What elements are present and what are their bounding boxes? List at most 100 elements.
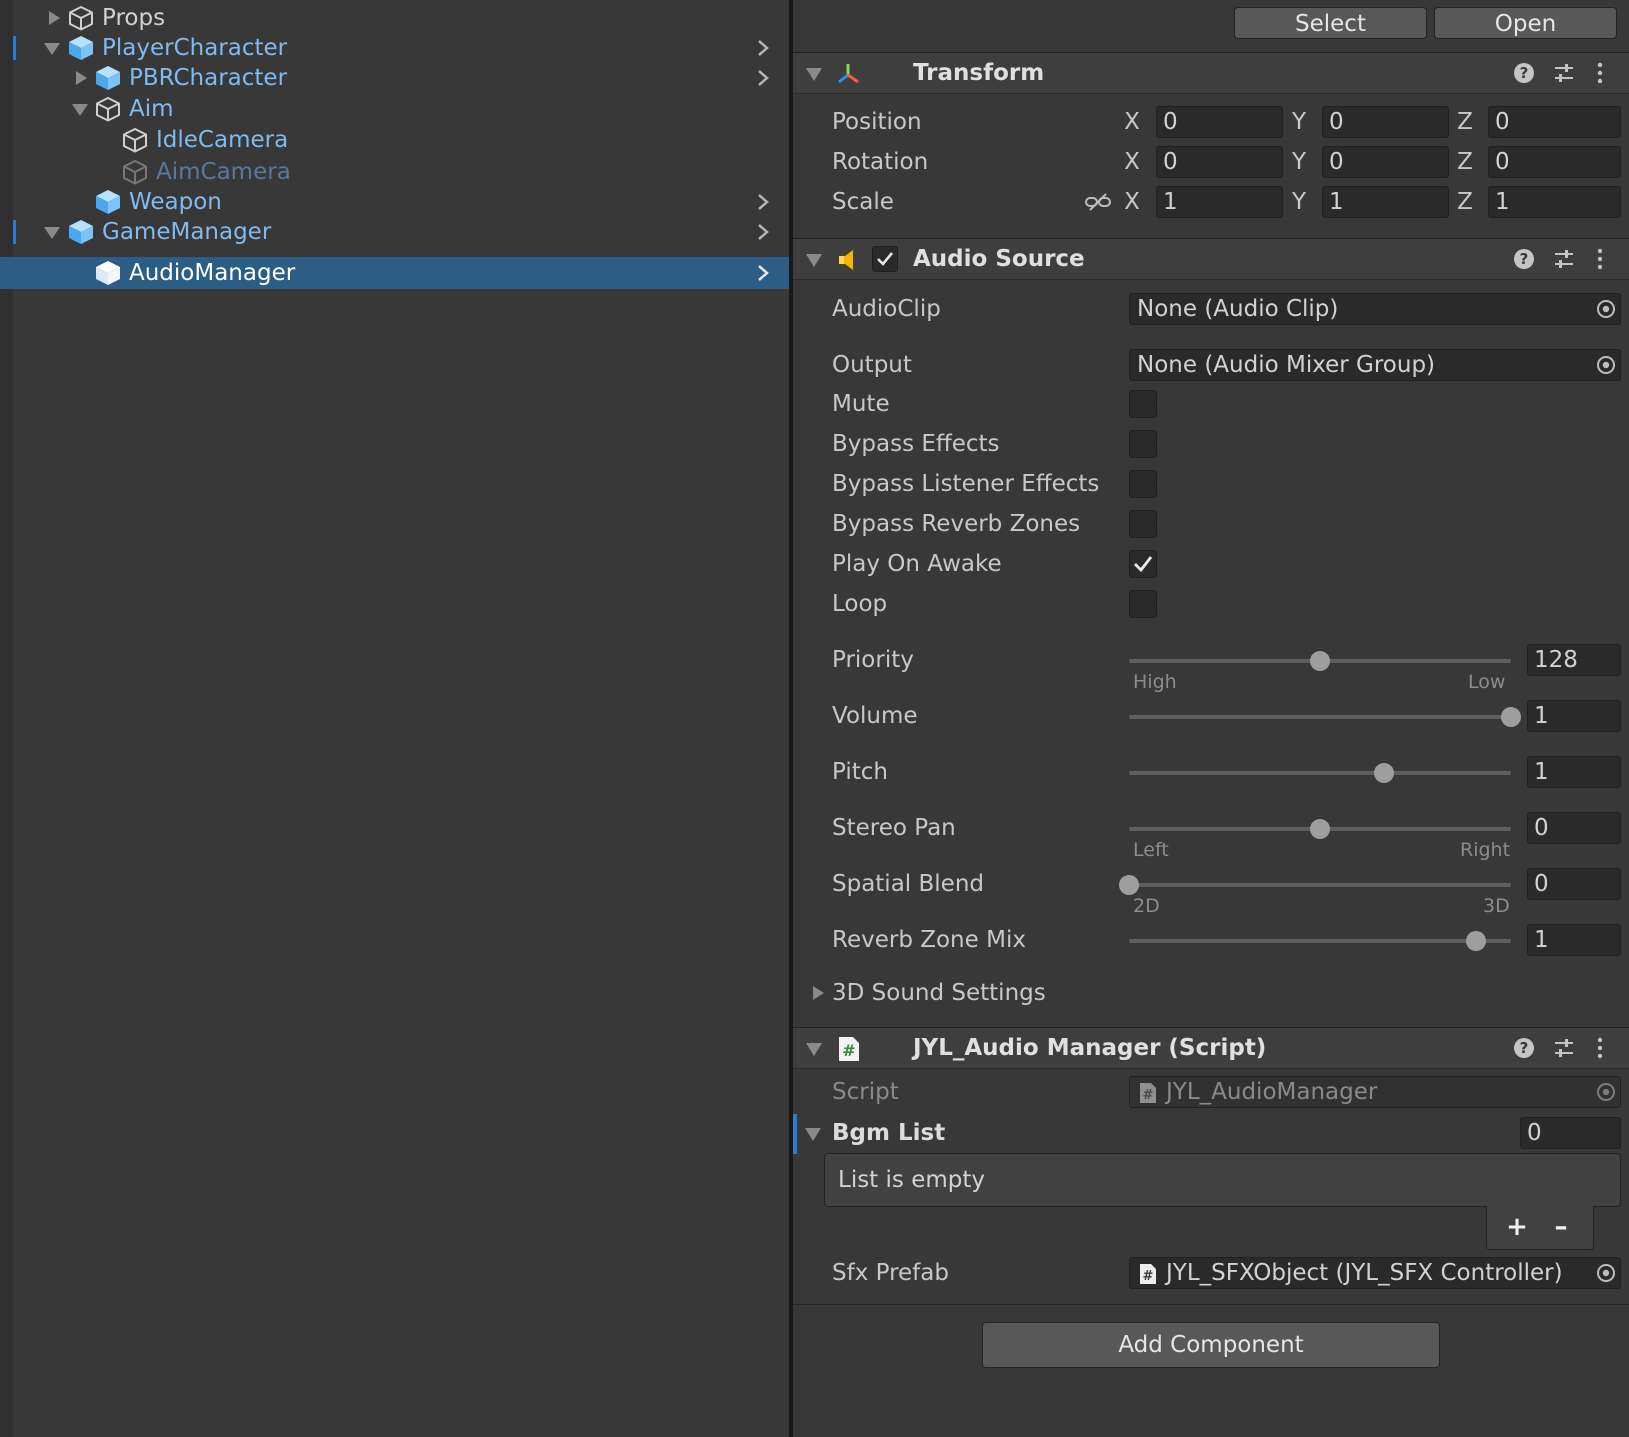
- stereo-pan-slider-handle[interactable]: [1310, 819, 1330, 839]
- constrain-proportions-link-icon[interactable]: [1084, 191, 1112, 213]
- spatial-blend-3d-caption: 3D: [1483, 895, 1510, 917]
- hierarchy-item-pbrcharacter[interactable]: PBRCharacter: [0, 62, 789, 94]
- gameobject-cube-inactive-icon: [123, 160, 147, 185]
- pitch-label: Pitch: [832, 759, 888, 785]
- priority-high-caption: High: [1133, 671, 1177, 693]
- hierarchy-item-audiomanager[interactable]: AudioManager: [0, 257, 789, 289]
- help-icon[interactable]: ?: [1513, 1037, 1535, 1059]
- gameobject-cube-icon: [69, 6, 93, 31]
- pitch-slider-track[interactable]: [1129, 763, 1511, 783]
- axis-z-label: Z: [1457, 109, 1473, 135]
- position-z-field[interactable]: 0: [1488, 106, 1621, 138]
- position-y-field[interactable]: 0: [1322, 106, 1449, 138]
- rotation-x-field[interactable]: 0: [1156, 146, 1283, 178]
- prefab-cube-icon: [96, 190, 120, 214]
- spatial-blend-field[interactable]: 0: [1527, 868, 1621, 900]
- pitch-field[interactable]: 1: [1527, 756, 1621, 788]
- inspector-panel: Select Open Transform ? Position X 0 Y 0…: [793, 0, 1629, 1437]
- priority-field[interactable]: 128: [1527, 644, 1621, 676]
- presets-icon[interactable]: [1553, 1037, 1575, 1059]
- chevron-right-icon[interactable]: [755, 223, 771, 241]
- pitch-slider-handle[interactable]: [1373, 763, 1394, 783]
- reverb-zone-mix-field[interactable]: 1: [1527, 924, 1621, 956]
- prefab-open-button[interactable]: Open: [1434, 7, 1617, 39]
- volume-slider-track[interactable]: [1129, 707, 1521, 727]
- fold-open-icon[interactable]: [804, 1126, 822, 1142]
- spatial-blend-slider-handle[interactable]: [1119, 875, 1139, 895]
- fold-open-icon[interactable]: [71, 100, 89, 118]
- audioclip-field[interactable]: None (Audio Clip): [1129, 293, 1621, 325]
- help-icon[interactable]: ?: [1513, 248, 1535, 270]
- fold-open-icon[interactable]: [805, 252, 823, 268]
- bypass-effects-checkbox[interactable]: [1129, 430, 1157, 458]
- audio-source-header[interactable]: Audio Source ?: [793, 238, 1629, 280]
- fold-open-icon[interactable]: [805, 1041, 823, 1057]
- mute-label: Mute: [832, 391, 890, 417]
- hierarchy-item-label: AimCamera: [156, 159, 291, 185]
- volume-field[interactable]: 1: [1527, 700, 1621, 732]
- header-tools: ?: [1499, 239, 1629, 279]
- more-options-icon[interactable]: [1595, 62, 1605, 84]
- stereo-pan-field[interactable]: 0: [1527, 812, 1621, 844]
- 3d-sound-settings-foldout[interactable]: 3D Sound Settings: [793, 976, 1629, 1010]
- presets-icon[interactable]: [1553, 62, 1575, 84]
- svg-text:#: #: [842, 1041, 855, 1060]
- position-x-field[interactable]: 0: [1156, 106, 1283, 138]
- scale-y-field[interactable]: 1: [1322, 186, 1449, 218]
- fold-closed-icon[interactable]: [72, 69, 90, 87]
- hierarchy-item-props[interactable]: Props: [0, 2, 789, 34]
- prefab-select-button[interactable]: Select: [1234, 7, 1427, 39]
- scale-z-field[interactable]: 1: [1488, 186, 1621, 218]
- svg-text:#: #: [1143, 1269, 1154, 1284]
- object-picker-icon[interactable]: [1596, 1263, 1616, 1283]
- more-options-icon[interactable]: [1595, 248, 1605, 270]
- hierarchy-item-weapon[interactable]: Weapon: [0, 186, 789, 218]
- hierarchy-item-idlecamera[interactable]: IdleCamera: [0, 124, 789, 156]
- fold-open-icon[interactable]: [43, 39, 61, 57]
- mute-checkbox[interactable]: [1129, 390, 1157, 418]
- presets-icon[interactable]: [1553, 248, 1575, 270]
- fold-open-icon[interactable]: [43, 223, 61, 241]
- axis-z-label: Z: [1457, 149, 1473, 175]
- hierarchy-item-playercharacter[interactable]: PlayerCharacter: [0, 32, 789, 64]
- hierarchy-item-aimcamera[interactable]: AimCamera: [0, 156, 789, 188]
- component-enabled-checkbox[interactable]: [872, 246, 898, 272]
- chevron-right-icon[interactable]: [755, 193, 771, 211]
- bgm-list-size-field[interactable]: 0: [1520, 1117, 1621, 1149]
- reverb-zone-mix-slider-track[interactable]: [1129, 931, 1511, 951]
- output-field[interactable]: None (Audio Mixer Group): [1129, 349, 1621, 381]
- fold-open-icon[interactable]: [805, 66, 823, 82]
- sfx-prefab-field[interactable]: # JYL_SFXObject (JYL_SFX Controller): [1129, 1257, 1621, 1289]
- help-icon[interactable]: ?: [1513, 62, 1535, 84]
- scale-x-field[interactable]: 1: [1156, 186, 1283, 218]
- rotation-label: Rotation: [832, 149, 929, 175]
- more-options-icon[interactable]: [1595, 1037, 1605, 1059]
- fold-closed-icon[interactable]: [45, 9, 63, 27]
- stereo-pan-slider-track[interactable]: [1129, 819, 1511, 839]
- chevron-right-icon[interactable]: [755, 39, 771, 57]
- chevron-right-icon[interactable]: [755, 264, 771, 282]
- hierarchy-item-gamemanager[interactable]: GameManager: [0, 216, 789, 248]
- reverb-zone-mix-slider-handle[interactable]: [1466, 931, 1487, 951]
- priority-slider-handle[interactable]: [1310, 651, 1330, 671]
- audio-manager-script-header[interactable]: # JYL_Audio Manager (Script) ?: [793, 1027, 1629, 1069]
- add-component-button[interactable]: Add Component: [982, 1322, 1440, 1368]
- object-picker-icon[interactable]: [1596, 299, 1616, 319]
- add-element-button[interactable]: +: [1501, 1212, 1533, 1242]
- object-picker-icon[interactable]: [1596, 355, 1616, 375]
- priority-slider-track[interactable]: [1129, 651, 1511, 671]
- remove-element-button[interactable]: –: [1545, 1212, 1577, 1242]
- rotation-z-field[interactable]: 0: [1488, 146, 1621, 178]
- bypass-listener-effects-checkbox[interactable]: [1129, 470, 1157, 498]
- loop-checkbox[interactable]: [1129, 590, 1157, 618]
- fold-closed-icon[interactable]: [810, 984, 826, 1002]
- volume-slider-handle[interactable]: [1501, 707, 1521, 727]
- chevron-right-icon[interactable]: [755, 69, 771, 87]
- spatial-blend-slider-track[interactable]: [1119, 875, 1511, 895]
- hierarchy-item-aim[interactable]: Aim: [0, 93, 789, 125]
- bypass-reverb-zones-label: Bypass Reverb Zones: [832, 511, 1081, 537]
- play-on-awake-checkbox[interactable]: [1129, 550, 1157, 578]
- transform-header[interactable]: Transform ?: [793, 52, 1629, 94]
- bypass-reverb-zones-checkbox[interactable]: [1129, 510, 1157, 538]
- rotation-y-field[interactable]: 0: [1322, 146, 1449, 178]
